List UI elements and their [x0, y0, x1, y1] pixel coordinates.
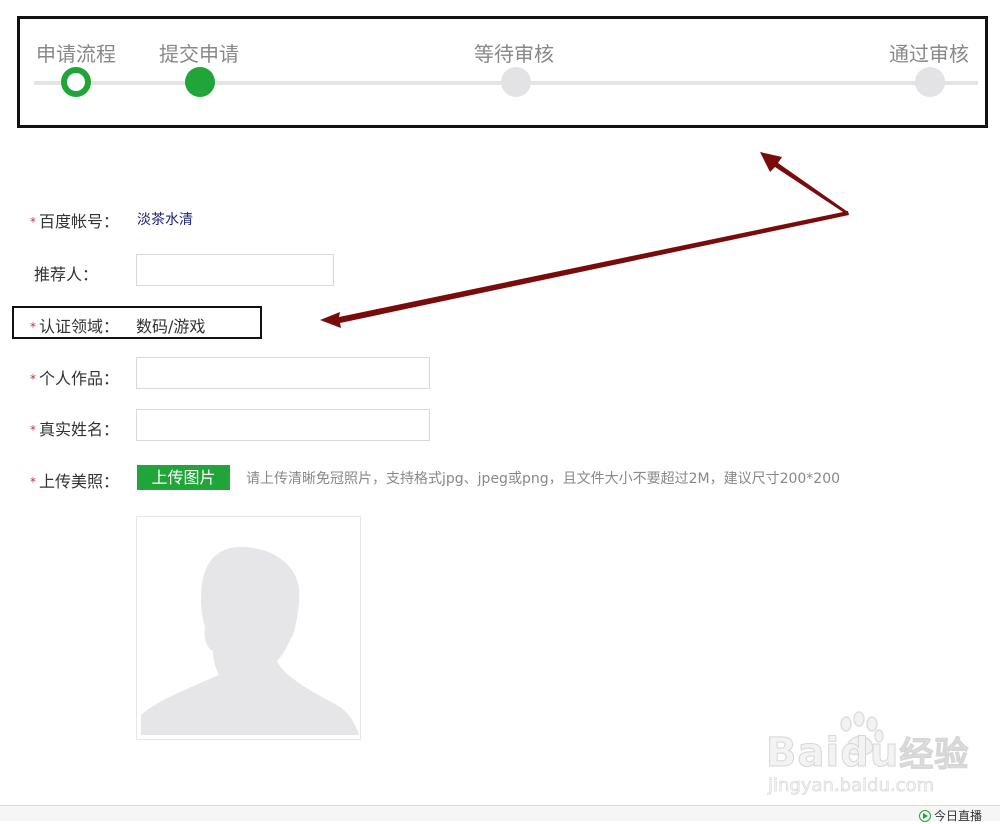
referrer-label: 推荐人：: [34, 265, 99, 284]
progress-steps-highlight: [17, 16, 988, 128]
real-name-input[interactable]: [136, 409, 430, 441]
step-dot-done: [185, 67, 215, 97]
annotation-arrow-lower: [320, 211, 849, 328]
real-name-label: * 真实姓名：: [30, 420, 120, 439]
watermark-brand: Baidu经验: [765, 730, 970, 777]
step-label-apply-flow: 申请流程: [36, 42, 116, 66]
required-mark: *: [30, 215, 36, 229]
photo-label: * 上传美照：: [30, 472, 120, 491]
play-icon: [918, 810, 931, 822]
step-dot-approved: [915, 67, 945, 97]
bottom-bar: 今日直播: [0, 805, 1000, 824]
avatar-placeholder[interactable]: [136, 516, 361, 740]
referrer-input[interactable]: [136, 254, 334, 286]
works-input[interactable]: [136, 357, 430, 389]
person-silhouette-icon: [141, 546, 359, 735]
watermark-url: jingyan.baidu.com: [768, 775, 935, 797]
annotation-arrow-upper: [760, 152, 848, 214]
step-dot-current: [61, 67, 91, 97]
live-link[interactable]: 今日直播: [918, 807, 982, 824]
works-label: * 个人作品：: [30, 369, 120, 388]
step-label-approved: 通过审核: [889, 42, 969, 66]
upload-hint: 请上传清晰免冠照片，支持格式jpg、jpeg或png，且文件大小不要超过2M，建…: [246, 471, 841, 487]
step-label-waiting: 等待审核: [474, 42, 554, 66]
step-dot-waiting: [501, 67, 531, 97]
baidu-account-label: * 百度帐号：: [30, 212, 120, 231]
required-mark: *: [30, 320, 36, 334]
required-mark: *: [30, 475, 36, 489]
cert-field-value: 数码/游戏: [136, 317, 206, 336]
step-label-submit: 提交申请: [159, 42, 239, 66]
upload-photo-button[interactable]: 上传图片: [137, 465, 230, 490]
cert-field-label: * 认证领域：: [30, 317, 120, 336]
required-mark: *: [30, 423, 36, 437]
baidu-account-link[interactable]: 淡茶水清: [137, 209, 193, 229]
required-mark: *: [30, 372, 36, 386]
